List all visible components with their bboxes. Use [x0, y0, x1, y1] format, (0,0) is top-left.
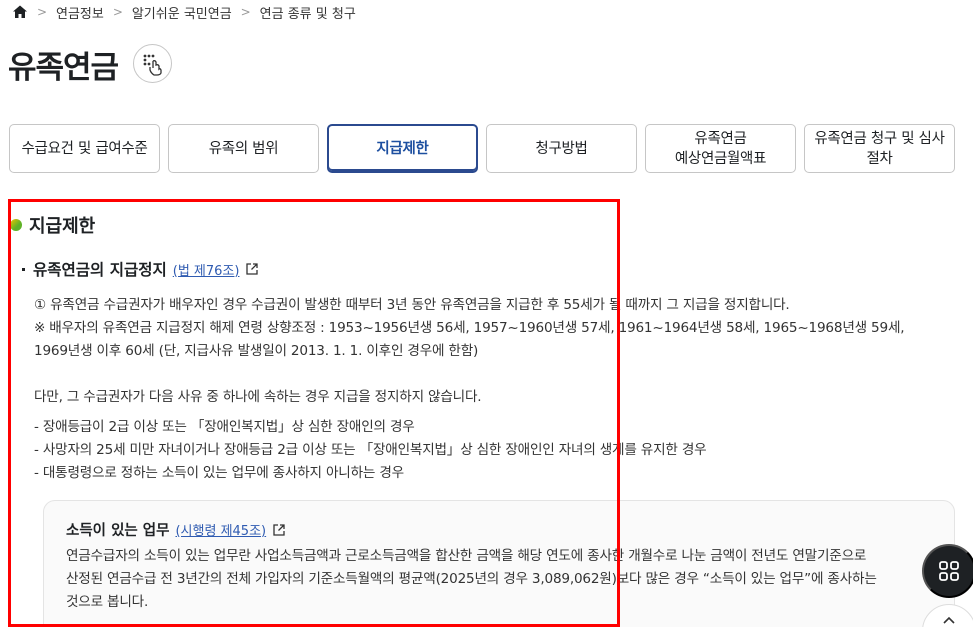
breadcrumb-item-easy-pension[interactable]: 알기쉬운 국민연금	[132, 3, 232, 22]
chevron-right-icon: >	[240, 5, 251, 19]
page-title: 유족연금	[8, 50, 119, 86]
law-link-article-76[interactable]: (법 제76조)	[173, 260, 240, 279]
section-title: 지급제한	[10, 212, 96, 238]
tab-bar: 수급요건 및 급여수준 유족의 범위 지급제한 청구방법 유족연금 예상연금월액…	[9, 124, 955, 173]
paragraph-suspension: ① 유족연금 수급권자가 배우자인 경우 수급권이 발생한 때부터 3년 동안 …	[34, 297, 790, 313]
law-link-decree-45[interactable]: (시행령 제45조)	[175, 520, 266, 539]
bullet-icon	[22, 267, 25, 271]
list-item: 대통령령으로 정하는 소득이 있는 업무에 종사하지 아니하는 경우	[34, 462, 706, 485]
breadcrumb: > 연금정보 > 알기쉬운 국민연금 > 연금 종류 및 청구	[12, 2, 356, 22]
tab-payment-restriction[interactable]: 지급제한	[327, 124, 478, 173]
paragraph-exception: 다만, 그 수급권자가 다음 사유 중 하나에 속하는 경우 지급을 정지하지 …	[34, 389, 482, 405]
home-icon[interactable]	[12, 4, 28, 20]
section-title-text: 지급제한	[29, 216, 96, 237]
braille-hand-icon	[143, 54, 162, 76]
info-box-title: 소득이 있는 업무 (시행령 제45조)	[66, 519, 286, 540]
info-box-income-work: 소득이 있는 업무 (시행령 제45조) 연금수급자의 소득이 있는 업무란 사…	[43, 500, 955, 627]
quick-menu-button[interactable]	[922, 544, 973, 598]
braille-button[interactable]	[133, 44, 172, 83]
sub-title-text: 유족연금의 지급정지	[33, 261, 167, 279]
tab-expected-monthly-table[interactable]: 유족연금 예상연금월액표	[645, 124, 796, 173]
paragraph-age-adjustment-cont: 1969년생 이후 60세 (단, 지급사유 발생일이 2013. 1. 1. …	[34, 343, 479, 359]
chevron-up-icon	[943, 616, 955, 624]
info-box-title-text: 소득이 있는 업무	[66, 523, 170, 539]
paragraph-age-adjustment: ※ 배우자의 유족연금 지급정지 해제 연령 상향조정 : 1953~1956년…	[34, 320, 905, 336]
exception-list: 장애등급이 2급 이상 또는 「장애인복지법」상 심한 장애인의 경우 사망자의…	[34, 416, 707, 485]
tab-eligibility[interactable]: 수급요건 및 급여수준	[9, 124, 160, 173]
info-box-line: 연금수급자의 소득이 있는 업무란 사업소득금액과 근로소득금액을 합산한 금액…	[66, 548, 867, 564]
chevron-right-icon: >	[112, 5, 123, 19]
grid-menu-icon	[939, 561, 959, 581]
info-box-text: 연금수급자의 소득이 있는 업무란 사업소득금액과 근로소득금액을 합산한 금액…	[66, 545, 877, 614]
tab-claim-review-process[interactable]: 유족연금 청구 및 심사 절차	[804, 124, 955, 173]
breadcrumb-item-pension-info[interactable]: 연금정보	[56, 3, 104, 22]
external-link-icon[interactable]	[245, 262, 259, 276]
section-dot-icon	[10, 219, 22, 231]
sub-title: 유족연금의 지급정지 (법 제76조)	[22, 258, 259, 280]
tab-claim-method[interactable]: 청구방법	[486, 124, 637, 173]
list-item: 장애등급이 2급 이상 또는 「장애인복지법」상 심한 장애인의 경우	[34, 416, 706, 439]
tab-survivor-scope[interactable]: 유족의 범위	[168, 124, 319, 173]
chevron-right-icon: >	[36, 5, 48, 19]
list-item: 사망자의 25세 미만 자녀이거나 장애등급 2급 이상 또는 「장애인복지법」…	[34, 439, 707, 462]
external-link-icon[interactable]	[272, 523, 286, 537]
info-box-line: 것으로 봅니다.	[66, 594, 149, 610]
info-box-line: 산정된 연금수급 전 3년간의 전체 가입자의 기준소득월액의 평균액(2025…	[66, 571, 877, 587]
breadcrumb-item-pension-types[interactable]: 연금 종류 및 청구	[260, 3, 356, 22]
